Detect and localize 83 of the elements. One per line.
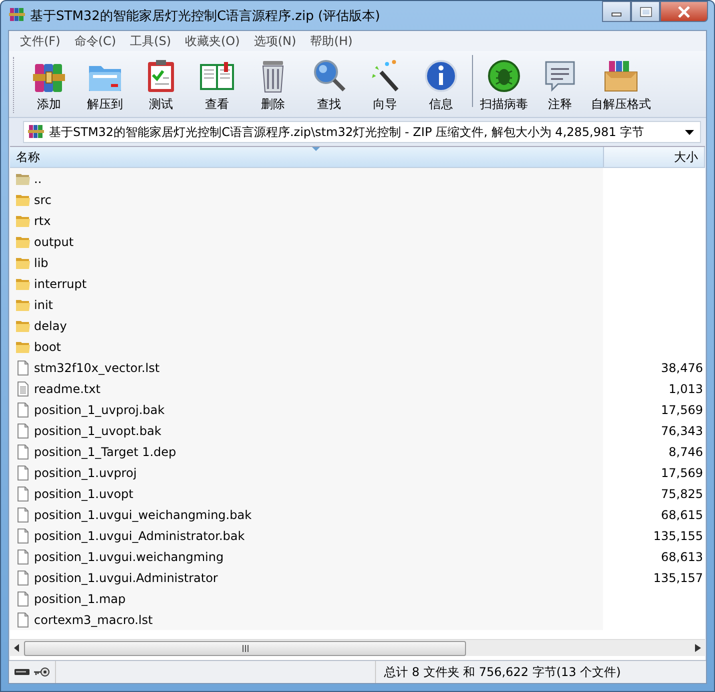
file-size: 135,155 [653,528,703,542]
toolbar-button[interactable]: 自解压格式 [588,58,654,113]
toolbar-button[interactable]: 添加 [21,58,77,113]
magnifier-icon [311,58,347,94]
text-document-icon [15,380,31,396]
document-icon [15,548,31,564]
maximize-button[interactable] [631,1,660,22]
address-text: 基于STM32的智能家居灯光控制C语言源程序.zip\stm32灯光控制 - ZIP 压缩文件, 解包大小为 4,285,981 字节 [49,124,646,140]
menu-item[interactable]: 收藏夹(O) [178,32,247,50]
window-title: 基于STM32的智能家居灯光控制C语言源程序.zip (评估版本) [30,8,382,24]
file-name[interactable]: position_1_uvopt.bak [34,424,162,438]
toolbar-button[interactable]: 信息 [413,58,469,113]
close-button[interactable] [660,1,708,22]
file-name[interactable]: position_1_Target 1.dep [34,444,176,458]
drive-icon [14,668,30,676]
file-size: 68,613 [661,550,703,564]
file-size: 135,157 [653,570,703,584]
bug-icon [486,58,522,94]
file-name[interactable]: position_1_uvproj.bak [34,402,165,416]
file-name[interactable]: delay [34,318,67,332]
file-name[interactable]: src [34,192,52,206]
file-name[interactable]: position_1.map [34,592,126,606]
box-with-books-icon [603,58,639,94]
file-name[interactable]: .. [34,172,42,186]
address-field[interactable]: 基于STM32的智能家居灯光控制C语言源程序.zip\stm32灯光控制 - ZIP 压缩文件, 解包大小为 4,285,981 字节 [23,121,701,143]
toolbar-button[interactable]: 扫描病毒 [476,58,532,113]
document-icon [15,590,31,606]
status-text: 总计 8 文件夹 和 756,622 字节(13 个文件) [375,661,706,683]
toolbar-button[interactable]: 删除 [245,58,301,113]
document-icon [15,444,31,460]
file-size: 17,569 [661,466,703,480]
file-size: 76,343 [661,424,703,438]
toolbar-button[interactable]: 解压到 [77,58,133,113]
document-icon [15,612,31,628]
document-icon [15,486,31,502]
grip-icon [242,644,248,652]
menu-item[interactable]: 选项(N) [246,32,304,50]
file-name[interactable]: position_1.uvopt [34,486,134,500]
key-icon [32,667,50,677]
menu-item[interactable]: 文件(F) [13,32,68,50]
file-name[interactable]: stm32f10x_vector.lst [34,360,160,374]
file-name[interactable]: readme.txt [34,382,100,396]
toolbar-button[interactable]: 查找 [301,58,357,113]
document-icon [15,570,31,586]
archive-books-icon [28,122,44,138]
column-header[interactable]: 名称 [10,147,604,167]
file-name[interactable]: position_1.uvproj [34,466,137,480]
scroll-left-icon[interactable] [14,644,20,652]
dropdown-icon[interactable] [685,130,694,134]
toolbar-button[interactable]: 测试 [133,58,189,113]
document-icon [15,402,31,418]
file-size: 8,746 [668,444,703,458]
file-name[interactable]: boot [34,340,62,354]
toolbar-button[interactable]: 查看 [189,58,245,113]
file-size: 1,013 [668,382,703,396]
file-name[interactable]: interrupt [34,276,87,290]
menu-item[interactable]: 工具(S) [123,32,178,50]
close-icon [677,6,691,18]
archive-books-icon [9,6,25,22]
document-icon [15,506,31,522]
document-icon [15,528,31,544]
info-icon [423,58,459,94]
document-icon [15,360,31,376]
maximize-icon [640,6,652,16]
horizontal-scrollbar[interactable] [10,639,705,656]
file-size: 17,569 [661,402,703,416]
scroll-right-icon[interactable] [695,644,701,652]
file-name[interactable]: lib [34,256,48,270]
menu-item[interactable]: 命令(C) [67,32,124,50]
toolbar-button[interactable]: 注释 [532,58,588,113]
file-size: 38,476 [661,360,703,374]
file-name[interactable]: cortexm3_macro.lst [34,612,153,626]
file-size: 68,615 [661,508,703,522]
column-header[interactable]: 大小 [604,147,705,167]
file-name[interactable]: init [34,298,53,312]
minimize-button[interactable] [602,1,631,22]
document-icon [15,464,31,480]
menu-item[interactable]: 帮助(H) [303,32,360,50]
file-size: 75,825 [661,486,703,500]
file-name[interactable]: rtx [34,214,51,228]
file-name[interactable]: output [34,234,74,248]
toolbar-button[interactable]: 向导 [357,58,413,113]
document-icon [15,422,31,438]
